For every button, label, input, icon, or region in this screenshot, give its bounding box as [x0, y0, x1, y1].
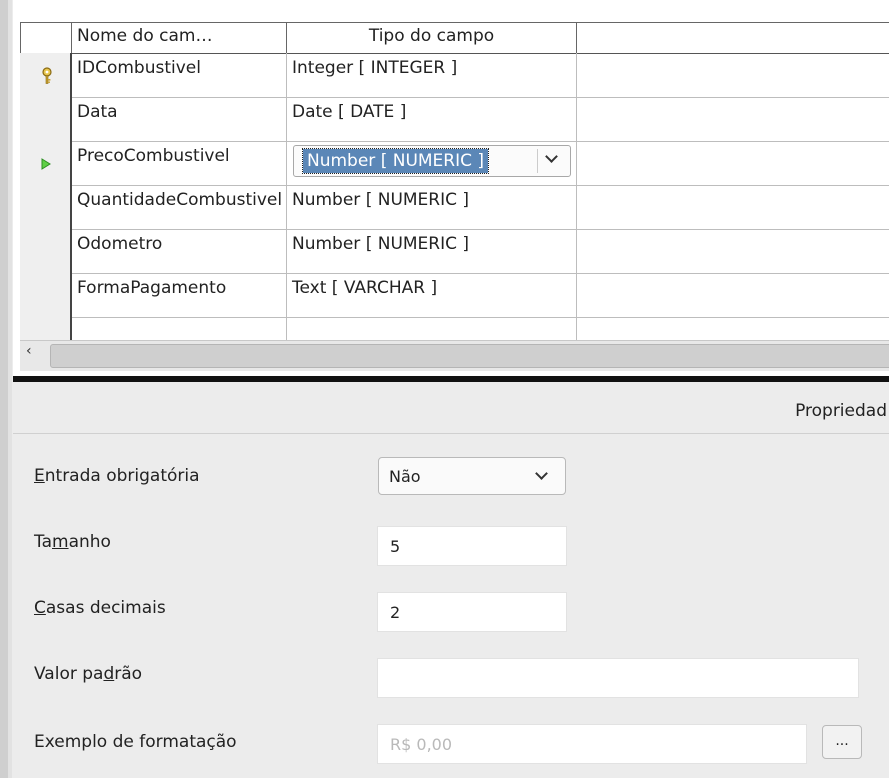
row-header[interactable] [20, 97, 72, 141]
chevron-down-icon [535, 467, 548, 480]
label-text: ntrada obrigatória [44, 466, 200, 486]
header-corner[interactable] [20, 23, 72, 53]
exemplo-formatacao-label: Exemplo de formatação [34, 732, 237, 752]
select-value: Não [389, 467, 421, 486]
field-type-dropdown[interactable]: Number [ NUMERIC ] [293, 145, 571, 177]
field-name-cell[interactable]: FormaPagamento [72, 273, 287, 317]
field-type-cell[interactable]: Number [ NUMERIC ] [287, 185, 577, 229]
field-type-selected: Number [ NUMERIC ] [301, 148, 490, 174]
panel-title: Propriedad [795, 401, 887, 421]
label-text: Ta [34, 532, 52, 552]
description-cell[interactable] [577, 317, 889, 341]
table-row[interactable]: Odometro Number [ NUMERIC ] [20, 229, 889, 274]
table-row-empty[interactable] [20, 317, 889, 341]
field-name-cell[interactable]: Odometro [72, 229, 287, 273]
field-type-cell[interactable]: Date [ DATE ] [287, 97, 577, 141]
row-header[interactable] [20, 229, 72, 273]
row-header[interactable] [20, 185, 72, 229]
row-header[interactable] [20, 273, 72, 317]
field-type-cell[interactable]: Integer [ INTEGER ] [287, 53, 577, 97]
label-text: Valor pa [34, 664, 104, 684]
mnemonic: E [34, 466, 45, 486]
casas-decimais-input[interactable]: 2 [377, 592, 567, 632]
field-type-cell[interactable]: Number [ NUMERIC ] [287, 229, 577, 273]
label-text: asas decimais [45, 598, 166, 618]
table-row[interactable]: QuantidadeCombustivel Number [ NUMERIC ] [20, 185, 889, 230]
label-text: rão [114, 664, 143, 684]
column-header-field-type[interactable]: Tipo do campo [287, 23, 577, 53]
tamanho-input[interactable]: 5 [377, 526, 567, 566]
mnemonic: d [103, 664, 115, 684]
format-button[interactable]: ... [822, 725, 862, 759]
valor-padrao-label: Valor padrão [34, 664, 142, 684]
description-cell[interactable] [577, 97, 889, 141]
field-type-cell[interactable] [287, 317, 577, 341]
exemplo-formatacao-field: R$ 0,00 [377, 724, 807, 764]
column-header-description[interactable] [577, 23, 889, 53]
row-header[interactable] [20, 141, 72, 185]
field-name-cell[interactable]: Data [72, 97, 287, 141]
description-cell[interactable] [577, 141, 889, 185]
key-icon [42, 67, 52, 84]
description-cell[interactable] [577, 229, 889, 273]
field-type-cell[interactable]: Text [ VARCHAR ] [287, 273, 577, 317]
mnemonic: m [52, 532, 69, 552]
chevron-down-icon [545, 150, 558, 163]
field-name-cell[interactable]: IDCombustivel [72, 53, 287, 97]
table-header: Nome do cam… Tipo do campo [20, 22, 889, 54]
field-name-cell[interactable]: PrecoCombustivel [72, 141, 287, 185]
description-cell[interactable] [577, 273, 889, 317]
table-row[interactable]: IDCombustivel Integer [ INTEGER ] [20, 53, 889, 98]
scroll-left-icon[interactable]: ‹ [26, 343, 32, 359]
field-properties-panel: Propriedad Entrada obrigatória Não Taman… [13, 382, 889, 778]
label-text: anho [68, 532, 111, 552]
description-cell[interactable] [577, 185, 889, 229]
tamanho-label: Tamanho [34, 532, 111, 552]
window-left-edge-inner [8, 0, 12, 778]
dropdown-button[interactable] [537, 149, 568, 173]
row-header[interactable] [20, 317, 72, 341]
panel-divider [13, 433, 889, 434]
entrada-obrigatoria-label: Entrada obrigatória [34, 466, 200, 486]
valor-padrao-input[interactable] [377, 658, 859, 698]
description-cell[interactable] [577, 53, 889, 97]
entrada-obrigatoria-select[interactable]: Não [378, 457, 566, 495]
table-row[interactable]: FormaPagamento Text [ VARCHAR ] [20, 273, 889, 318]
column-header-field-name[interactable]: Nome do cam… [72, 23, 287, 53]
play-arrow-icon [41, 158, 51, 170]
field-name-cell[interactable] [72, 317, 287, 341]
table-row[interactable]: Data Date [ DATE ] [20, 97, 889, 142]
window-left-edge [0, 0, 8, 778]
row-header[interactable] [20, 53, 72, 97]
horizontal-scrollbar[interactable]: ‹ [20, 340, 889, 371]
scrollbar-thumb[interactable] [50, 344, 889, 368]
table-row-active[interactable]: PrecoCombustivel Number [ NUMERIC ] [20, 141, 889, 186]
casas-decimais-label: Casas decimais [34, 598, 166, 618]
field-name-cell[interactable]: QuantidadeCombustivel [72, 185, 287, 229]
mnemonic: C [34, 598, 46, 618]
